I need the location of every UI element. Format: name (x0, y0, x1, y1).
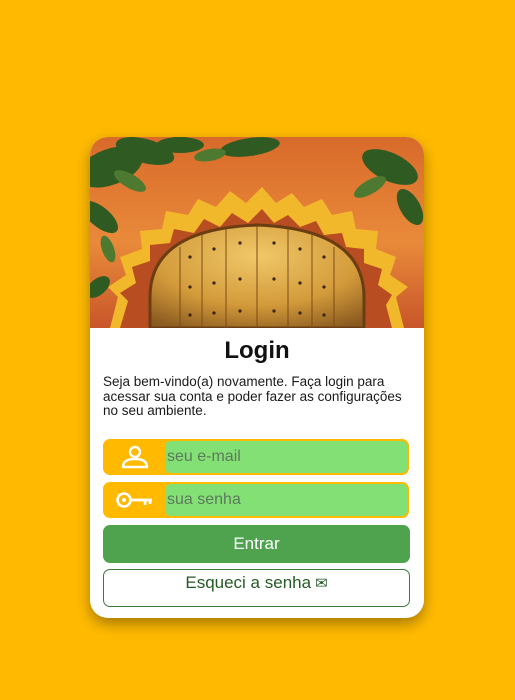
password-input[interactable] (165, 484, 407, 516)
password-field (103, 482, 409, 518)
key-icon (105, 484, 165, 516)
hero-image (90, 137, 424, 328)
email-input[interactable] (165, 441, 407, 473)
page-title: Login (224, 337, 290, 364)
welcome-description: Seja bem-vindo(a) novamente. Faça login … (103, 374, 402, 418)
forgot-password-button[interactable]: Esqueci a senha ✉ (103, 569, 410, 607)
login-card: Login Seja bem-vindo(a) novamente. Faça … (90, 137, 424, 618)
forgot-password-label: Esqueci a senha (185, 573, 312, 592)
mail-icon: ✉ (315, 575, 328, 592)
user-icon (105, 441, 165, 473)
email-field (103, 439, 409, 475)
submit-button[interactable]: Entrar (103, 525, 410, 563)
